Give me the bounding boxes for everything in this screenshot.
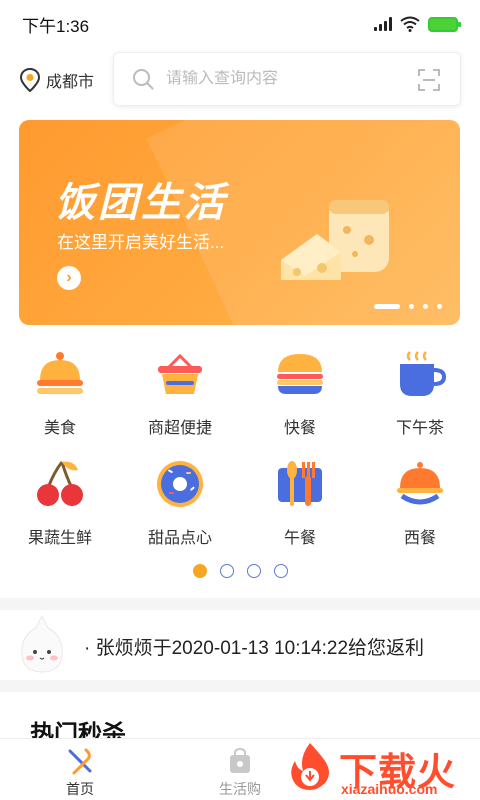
category-label: 果蔬生鲜 [27, 530, 92, 547]
signal-icon [374, 17, 392, 31]
category-label: 美食 [43, 420, 76, 437]
location-label: 成都市 [46, 74, 95, 91]
category-label: 快餐 [283, 420, 316, 437]
category-label: 甜品点心 [147, 530, 212, 547]
location-selector[interactable]: 成都市 [20, 68, 94, 92]
scan-icon[interactable] [418, 69, 440, 91]
category-western-food[interactable]: 西餐 [360, 450, 480, 560]
page-dot[interactable] [273, 564, 288, 578]
category-pagination [0, 564, 480, 578]
notice-text: · 张烦烦于2020-01-13 10:14:22给您返利 [84, 638, 425, 659]
category-grid: 美食 商超便捷 快餐 下午茶 果蔬生鲜 甜品点心 午餐 西餐 [0, 340, 480, 560]
category-label: 午餐 [283, 530, 316, 547]
burger-icon [277, 354, 323, 394]
page-dot[interactable] [192, 564, 207, 578]
tab-home[interactable]: 首页 [0, 739, 160, 800]
section-divider [0, 680, 480, 692]
cutlery-icon [278, 461, 322, 506]
category-supermarket[interactable]: 商超便捷 [120, 340, 240, 450]
page-dot[interactable] [246, 564, 261, 578]
category-food[interactable]: 美食 [0, 340, 120, 450]
search-input[interactable] [166, 70, 396, 88]
tab-label: 生活购 [219, 781, 261, 797]
banner-title: 饭团生活 [55, 179, 227, 226]
food-cloche-icon [37, 352, 83, 394]
coffee-cup-icon [400, 351, 446, 396]
shopping-basket-icon [158, 353, 202, 394]
donut-icon [157, 461, 203, 507]
flame-logo-icon [291, 743, 329, 790]
banner-pagination [374, 304, 442, 309]
category-fastfood[interactable]: 快餐 [240, 340, 360, 450]
shopping-bag-icon [230, 747, 250, 773]
mascot-icon [21, 614, 63, 673]
cherry-icon [37, 461, 83, 506]
promo-banner[interactable]: 饭团生活 在这里开启美好生活... › [19, 120, 460, 325]
category-label: 下午茶 [395, 420, 444, 437]
header: 成都市 [0, 50, 480, 108]
banner-arrow-button[interactable]: › [57, 266, 81, 290]
watermark: 下载火 xiazaihuo.com [285, 735, 480, 800]
category-desserts[interactable]: 甜品点心 [120, 450, 240, 560]
category-fresh-produce[interactable]: 果蔬生鲜 [0, 450, 120, 560]
page-dot[interactable] [219, 564, 234, 578]
battery-icon [428, 16, 461, 32]
section-divider [0, 598, 480, 610]
banner-dot[interactable] [437, 304, 442, 309]
banner-dot[interactable] [374, 304, 400, 309]
home-cutlery-icon [68, 748, 92, 775]
banner-dot[interactable] [423, 304, 428, 309]
status-time: 下午1:36 [22, 16, 90, 36]
banner-subtitle: 在这里开启美好生活... [57, 233, 225, 252]
serving-dish-icon [397, 462, 443, 505]
bread-cheese-illustration [281, 200, 389, 280]
category-label: 商超便捷 [147, 420, 212, 437]
location-pin-icon [20, 68, 40, 92]
notice-ticker[interactable]: · 张烦烦于2020-01-13 10:14:22给您返利 [0, 610, 480, 680]
category-label: 西餐 [403, 530, 436, 547]
search-icon [133, 69, 154, 90]
search-box[interactable] [113, 52, 461, 106]
banner-dot[interactable] [409, 304, 414, 309]
category-afternoon-tea[interactable]: 下午茶 [360, 340, 480, 450]
wifi-icon [400, 16, 420, 32]
watermark-url: xiazaihuo.com [341, 781, 438, 797]
category-lunch[interactable]: 午餐 [240, 450, 360, 560]
status-icons [374, 16, 461, 32]
status-bar: 下午1:36 [0, 0, 480, 48]
tab-label: 首页 [66, 781, 94, 797]
